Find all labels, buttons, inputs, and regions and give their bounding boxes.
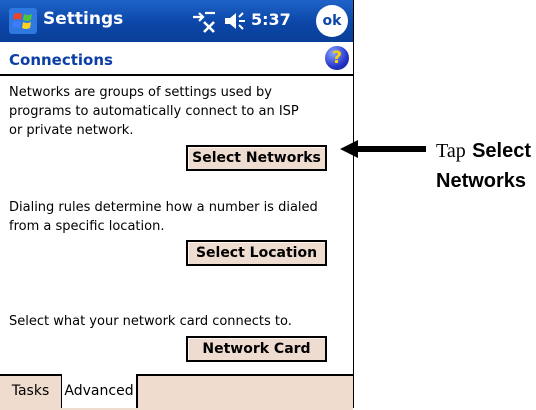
network-card-description: Select what your network card connects t… [9, 314, 292, 329]
instruction-callout: Tap Select Networks [436, 136, 536, 196]
speaker-icon[interactable] [222, 9, 248, 33]
clock[interactable]: 5:37 [251, 10, 291, 29]
arrow-left-icon [340, 140, 426, 158]
networks-description: Networks are groups of settings used by … [9, 85, 299, 138]
help-icon[interactable]: ? [325, 46, 349, 70]
connectivity-icon[interactable] [190, 8, 218, 34]
callout-bold-2: Networks [436, 170, 527, 192]
tab-tasks[interactable]: Tasks [0, 374, 62, 408]
tab-bar: Tasks Advanced [0, 374, 353, 410]
callout-prefix: Tap [436, 140, 466, 162]
callout-bold-1: Select [472, 140, 531, 162]
windows-flag-icon[interactable] [7, 6, 39, 36]
network-card-button[interactable]: Network Card [186, 336, 327, 362]
page-header: Connections ? [0, 42, 353, 76]
ok-button[interactable]: ok [316, 5, 348, 37]
select-location-button[interactable]: Select Location [186, 240, 327, 266]
pocketpc-screen: Settings 5:37 ok Connections ? Networks … [0, 0, 354, 410]
title-bar: Settings 5:37 ok [0, 0, 353, 42]
dialing-rules-description: Dialing rules determine how a number is … [9, 200, 318, 234]
tab-advanced[interactable]: Advanced [62, 374, 138, 408]
page-title: Connections [9, 51, 113, 69]
select-networks-button[interactable]: Select Networks [186, 145, 327, 171]
app-title: Settings [43, 9, 124, 29]
